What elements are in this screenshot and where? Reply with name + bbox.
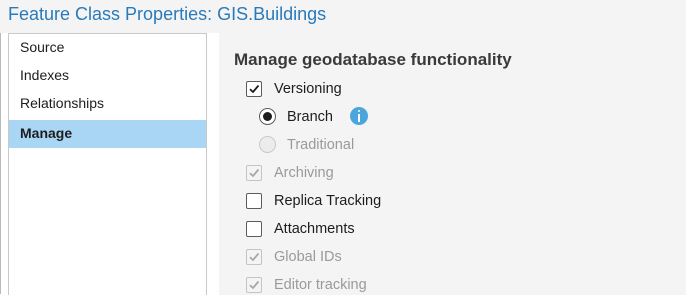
branch-radio-row[interactable]: Branch (259, 106, 459, 130)
attachments-checkbox-row[interactable]: Attachments (246, 218, 446, 242)
versioning-checkbox[interactable] (246, 81, 262, 97)
global-ids-checkbox-row: Global IDs (246, 246, 446, 270)
global-ids-checkbox (246, 249, 262, 265)
sidebar-item-label: Manage (20, 125, 73, 141)
versioning-label: Versioning (274, 81, 342, 97)
sidebar: Source Indexes Relationships Manage (8, 33, 207, 295)
editor-tracking-checkbox (246, 277, 262, 293)
attachments-checkbox[interactable] (246, 221, 262, 237)
editor-tracking-label: Editor tracking (274, 277, 367, 293)
title-bar: Feature Class Properties: GIS.Buildings (0, 0, 686, 33)
sidebar-item-source[interactable]: Source (9, 34, 206, 62)
info-icon[interactable] (350, 107, 368, 125)
global-ids-label: Global IDs (274, 249, 342, 265)
archiving-checkbox (246, 165, 262, 181)
replica-tracking-label: Replica Tracking (274, 193, 382, 209)
archiving-checkbox-row: Archiving (246, 162, 446, 186)
checkmark-icon (249, 84, 260, 94)
replica-tracking-checkbox[interactable] (246, 193, 262, 209)
dialog-title: Feature Class Properties: GIS.Buildings (8, 4, 327, 24)
sidebar-item-label: Relationships (20, 95, 105, 111)
checkmark-icon (249, 168, 260, 178)
checkmark-icon (249, 280, 260, 290)
branch-label: Branch (287, 109, 333, 125)
branch-radio[interactable] (259, 108, 276, 125)
archiving-label: Archiving (274, 165, 334, 181)
attachments-label: Attachments (274, 221, 355, 237)
traditional-label: Traditional (287, 137, 355, 153)
traditional-radio (259, 136, 276, 153)
editor-tracking-checkbox-row: Editor tracking (246, 274, 446, 298)
manage-panel: Manage geodatabase functionality Version… (219, 33, 686, 295)
sidebar-item-label: Source (20, 39, 65, 55)
versioning-checkbox-row[interactable]: Versioning (246, 78, 446, 102)
sidebar-item-relationships[interactable]: Relationships (9, 90, 206, 118)
sidebar-item-indexes[interactable]: Indexes (9, 62, 206, 90)
replica-tracking-checkbox-row[interactable]: Replica Tracking (246, 190, 446, 214)
section-title: Manage geodatabase functionality (234, 50, 512, 69)
sidebar-item-label: Indexes (20, 67, 70, 83)
traditional-radio-row: Traditional (259, 134, 459, 158)
sidebar-item-manage[interactable]: Manage (9, 120, 206, 148)
checkmark-icon (249, 252, 260, 262)
